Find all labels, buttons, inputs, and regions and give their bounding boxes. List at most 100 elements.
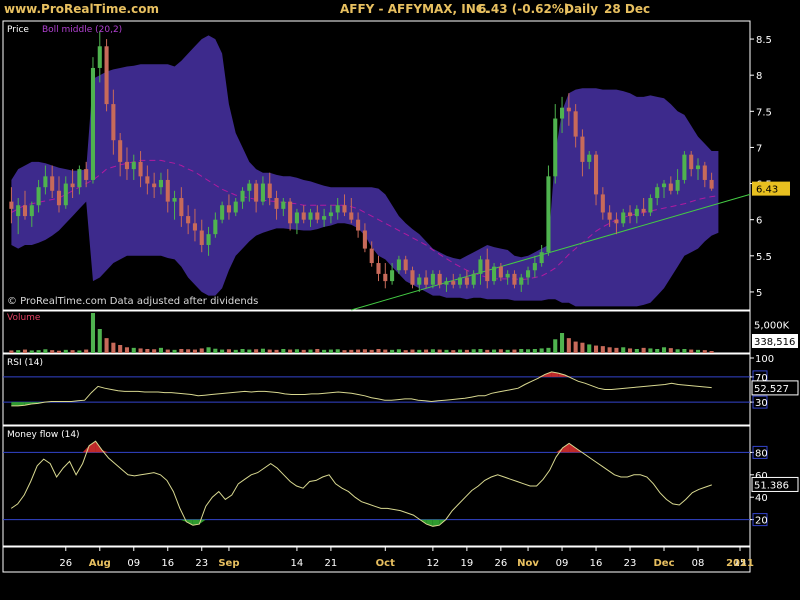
- volume-bar: [254, 349, 259, 353]
- volume-bar: [566, 338, 571, 353]
- volume-bar: [220, 349, 225, 353]
- volume-bar: [186, 349, 191, 353]
- date-tick-label: Oct: [376, 558, 395, 569]
- candle-body: [369, 248, 374, 264]
- chart-window: www.ProRealTime.com AFFY - AFFYMAX, INC.…: [0, 0, 800, 600]
- volume-bar: [294, 349, 299, 353]
- candle-body: [390, 270, 395, 282]
- volume-bar: [655, 349, 660, 353]
- candle-body: [526, 270, 531, 278]
- candle-body: [145, 176, 150, 184]
- date-tick-label: 09: [556, 558, 569, 569]
- candle-body: [682, 154, 687, 180]
- volume-bar: [179, 349, 184, 353]
- candle-body: [519, 277, 524, 285]
- candle-body: [131, 161, 136, 170]
- volume-bar: [396, 349, 401, 353]
- overbought-zone: [569, 443, 576, 453]
- candle-body: [512, 273, 517, 285]
- candle-body: [111, 104, 116, 141]
- volume-bar: [342, 350, 347, 353]
- rsi-tick-label: 30: [755, 398, 768, 409]
- volume-bar: [131, 347, 136, 353]
- last-price-label: 6.43: [756, 185, 778, 196]
- price-tick-label: 8: [756, 71, 762, 82]
- rsi-tick-label: 100: [755, 354, 774, 365]
- last-moneyflow-label: 51.386: [754, 480, 789, 491]
- volume-bar: [111, 342, 116, 353]
- candle-body: [553, 118, 558, 177]
- candle-body: [451, 281, 456, 285]
- volume-bar: [22, 349, 28, 353]
- volume-bar: [661, 347, 667, 353]
- volume-bar: [600, 346, 605, 353]
- volume-bar: [607, 347, 612, 353]
- volume-bar: [553, 339, 558, 353]
- candle-body: [220, 205, 225, 220]
- candle-body: [689, 154, 694, 170]
- volume-bar: [43, 349, 48, 353]
- volume-bar: [560, 333, 565, 353]
- volume-bar: [675, 349, 680, 353]
- candle-body: [179, 198, 184, 217]
- volume-bar: [118, 345, 123, 353]
- volume-bar: [437, 349, 442, 353]
- candle-body: [138, 161, 143, 177]
- volume-bar: [56, 350, 62, 353]
- date-tick-label: 09: [127, 558, 140, 569]
- price-tick-label: 6: [756, 216, 762, 227]
- volume-bar: [152, 349, 157, 353]
- candle-body: [199, 230, 204, 245]
- volume-bar: [335, 349, 340, 353]
- volume-bar: [70, 350, 75, 353]
- candle-body: [593, 154, 599, 195]
- candle-body: [22, 205, 28, 217]
- candle-body: [97, 46, 102, 68]
- volume-bar: [63, 349, 68, 353]
- volume-bar: [9, 350, 14, 353]
- date-tick-label: 2011: [726, 558, 754, 569]
- candle-body: [226, 205, 231, 213]
- candle-body: [573, 111, 578, 137]
- date-tick-label: 12: [427, 558, 440, 569]
- candle-body: [430, 273, 435, 285]
- volume-bar: [349, 349, 354, 353]
- candle-body: [90, 67, 96, 180]
- chart-canvas: 55.566.577.588.56.43PriceBoll middle (20…: [2, 20, 799, 573]
- candle-body: [260, 183, 265, 202]
- volume-bar: [695, 349, 701, 353]
- candle-body: [192, 223, 197, 231]
- candle-body: [566, 107, 571, 112]
- volume-bar: [682, 349, 687, 353]
- candle-body: [587, 154, 592, 162]
- volume-bar: [356, 349, 361, 353]
- indicator-line: [10, 440, 712, 527]
- volume-bar: [206, 347, 211, 353]
- candle-body: [118, 140, 123, 162]
- candle-body: [492, 266, 497, 282]
- volume-bar: [709, 351, 714, 353]
- volume-bar: [288, 349, 293, 353]
- volume-bar: [90, 313, 96, 353]
- date-tick-label: 23: [195, 558, 208, 569]
- volume-bar: [213, 348, 218, 353]
- moneyflow-tick-label: 80: [755, 448, 768, 459]
- candle-body: [478, 259, 483, 274]
- volume-bar: [376, 349, 381, 353]
- bollinger-band: [11, 35, 719, 307]
- date-tick-label: 08: [692, 558, 705, 569]
- volume-bar: [587, 344, 592, 353]
- candle-body: [546, 176, 551, 253]
- volume-bar: [165, 349, 170, 353]
- volume-bar: [274, 349, 279, 353]
- date-tick-label: 26: [59, 558, 72, 569]
- moneyflow-panel-title: Money flow (14): [7, 430, 80, 440]
- candle-body: [560, 107, 565, 119]
- candle-body: [349, 212, 354, 220]
- candle-body: [158, 179, 163, 188]
- candle-body: [396, 259, 401, 271]
- volume-bar: [172, 349, 177, 353]
- candle-body: [356, 219, 361, 231]
- date-tick-label: 19: [461, 558, 474, 569]
- volume-bar: [492, 349, 497, 353]
